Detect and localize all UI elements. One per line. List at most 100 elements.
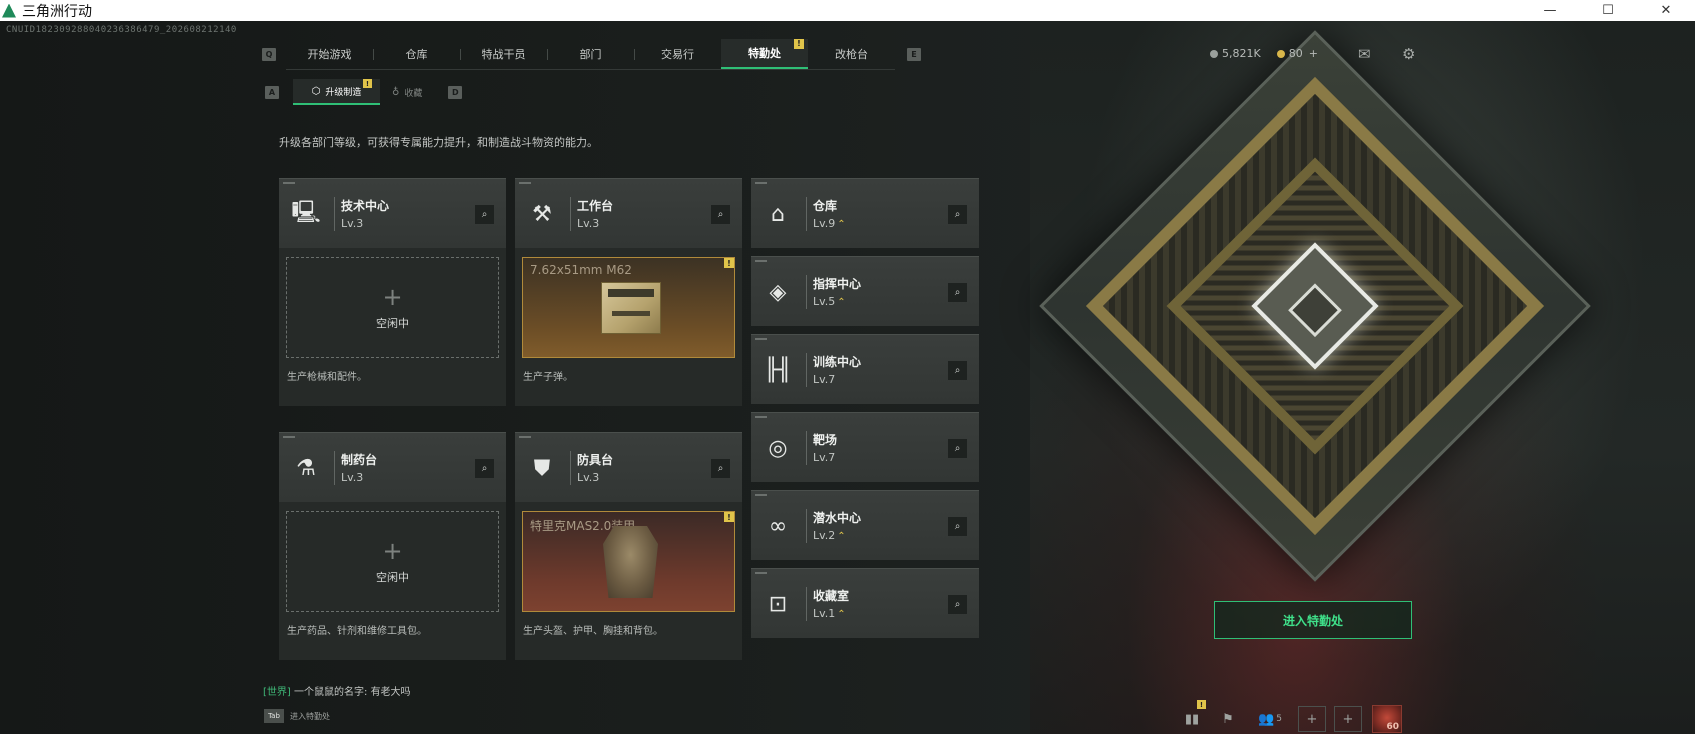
window-titlebar: 三角洲行动 — ☐ ✕: [0, 0, 1695, 21]
tab-gunsmith[interactable]: 改枪台: [808, 39, 895, 69]
flag-icon: ⚑: [1222, 711, 1234, 727]
tab-trading[interactable]: 交易行: [634, 39, 721, 69]
magnifier-icon[interactable]: ⌕: [948, 205, 967, 224]
facility-shooting-range[interactable]: ◎ 靶场 Lv.7 ⌕: [751, 412, 979, 482]
facility-level-row: Lv.5 ⌃: [813, 295, 846, 308]
production-slot-armor[interactable]: 特里克MAS2.0装甲 !: [522, 511, 735, 612]
chat-text: 有老大吗: [370, 687, 411, 698]
warehouse-icon: ⌂: [771, 201, 785, 227]
facility-workbench[interactable]: ⚒ 工作台 Lv.3 ⌕: [515, 178, 742, 248]
tab-operators[interactable]: 特战干员: [460, 39, 547, 69]
close-button[interactable]: ✕: [1637, 0, 1695, 21]
facility-vault[interactable]: ⊡ 收藏室 Lv.1 ⌃ ⌕: [751, 568, 979, 638]
add-slot-button[interactable]: +: [1334, 706, 1362, 732]
subtab-label: 收藏: [404, 88, 423, 99]
cube-frame: [1039, 30, 1591, 582]
nav-next-key[interactable]: E: [907, 47, 921, 61]
subnav-prev-key[interactable]: A: [265, 85, 279, 99]
notification-badge: !: [724, 258, 734, 268]
tab-departments[interactable]: 部门: [547, 39, 634, 69]
card-decoration: [519, 182, 531, 184]
production-panel-workbench: 7.62x51mm M62 ! 生产子弹。: [515, 248, 742, 406]
maximize-button[interactable]: ☐: [1579, 0, 1637, 21]
computer-icon: 🖳: [291, 200, 321, 225]
plus-icon: +: [1306, 711, 1318, 727]
empty-production-slot[interactable]: + 空闲中: [286, 257, 499, 358]
tools-icon: ⚒: [532, 201, 552, 227]
magnifier-icon[interactable]: ⌕: [475, 205, 494, 224]
tab-label: 部门: [579, 47, 602, 61]
tab-special-ops[interactable]: 特勤处!: [721, 38, 808, 69]
card-divider: [806, 587, 807, 621]
subtab-upgrade-manufacture[interactable]: ⬡ 升级制造 !: [293, 79, 380, 105]
magnifier-icon[interactable]: ⌕: [711, 459, 730, 478]
special-ops-cube-3d[interactable]: [1039, 30, 1591, 582]
card-divider: [806, 353, 807, 387]
subtab-collection[interactable]: ♁ 收藏: [380, 79, 434, 105]
cube-outer-ring: [1085, 76, 1545, 536]
chat-message[interactable]: [世界] 一个鼠鼠的名字: 有老大吗: [263, 683, 411, 698]
upgrade-arrow-icon: ⌃: [837, 609, 846, 620]
main-nav: Q 开始游戏 仓库 特战干员 部门 交易行 特勤处! 改枪台 E: [262, 38, 921, 70]
gear-icon[interactable]: ⚙: [1402, 45, 1415, 63]
magnifier-icon[interactable]: ⌕: [948, 361, 967, 380]
card-divider: [806, 197, 807, 231]
ammo-box-image: [601, 282, 661, 334]
facility-diving-center[interactable]: ∞ 潜水中心 Lv.2 ⌃ ⌕: [751, 490, 979, 560]
currency-bar[interactable]: 5,821K 80 +: [1210, 47, 1318, 60]
facility-armor-bench[interactable]: ⛊ 防具台 Lv.3 ⌕: [515, 432, 742, 502]
stats-button[interactable]: ▮▮ !: [1178, 700, 1206, 732]
minimize-button[interactable]: —: [1521, 0, 1579, 21]
mail-icon[interactable]: ✉: [1358, 45, 1371, 63]
tab-label: 特战干员: [481, 47, 526, 61]
upgrade-arrow-icon: ⌃: [837, 531, 846, 542]
flag-button[interactable]: ⚑: [1214, 706, 1242, 732]
facility-warehouse[interactable]: ⌂ 仓库 Lv.9 ⌃ ⌕: [751, 178, 979, 248]
production-slot-ammo[interactable]: 7.62x51mm M62 !: [522, 257, 735, 358]
enter-special-ops-button[interactable]: 进入特勤处: [1214, 601, 1412, 639]
facility-command-center[interactable]: ◈ 指挥中心 Lv.5 ⌃ ⌕: [751, 256, 979, 326]
tab-label: 开始游戏: [307, 47, 352, 61]
game-viewport: CNUID18230928804023638647​9_20260821214​…: [0, 21, 1695, 734]
tab-start-game[interactable]: 开始游戏: [286, 39, 373, 69]
cube-core: [1251, 242, 1379, 370]
tab-hint[interactable]: Tab 进入特勤处: [264, 709, 330, 723]
facility-tech-center[interactable]: 🖳 技术中心 Lv.3 ⌕: [279, 178, 506, 248]
magnifier-icon[interactable]: ⌕: [948, 439, 967, 458]
magnifier-icon[interactable]: ⌕: [948, 517, 967, 536]
card-divider: [806, 509, 807, 543]
chat-sender: 一个鼠鼠的名字:: [294, 687, 368, 698]
player-level: 60: [1386, 722, 1399, 732]
facility-pharmacy[interactable]: ⚗ 制药台 Lv.3 ⌕: [279, 432, 506, 502]
card-decoration: [755, 572, 767, 574]
plus-icon: +: [382, 536, 403, 565]
empty-production-slot[interactable]: + 空闲中: [286, 511, 499, 612]
magnifier-icon[interactable]: ⌕: [711, 205, 730, 224]
collection-icon: ♁: [392, 86, 400, 98]
window-controls: — ☐ ✕: [1521, 0, 1695, 21]
add-currency-button[interactable]: +: [1309, 47, 1318, 60]
tab-warehouse[interactable]: 仓库: [373, 39, 460, 69]
subnav-next-key[interactable]: D: [448, 85, 463, 99]
microscope-icon: ⚗: [296, 455, 316, 481]
idle-status: 空闲中: [376, 316, 409, 330]
nav-prev-key[interactable]: Q: [262, 47, 276, 61]
friends-button[interactable]: 👥 5: [1250, 706, 1290, 732]
card-divider: [806, 431, 807, 465]
notification-badge: !: [724, 512, 734, 522]
user-uid: CNUID18230928804023638647​9_20260821214​…: [6, 25, 237, 35]
bottom-bar: ▮▮ ! ⚑ 👥 5 + + 60: [1170, 700, 1402, 733]
add-slot-button[interactable]: +: [1298, 706, 1326, 732]
avatar[interactable]: 60: [1372, 705, 1402, 733]
facility-caption: 生产枪械和配件。: [287, 372, 367, 383]
facility-level: Lv.1: [813, 607, 836, 620]
main-nav-tabs: 开始游戏 仓库 特战干员 部门 交易行 特勤处! 改枪台: [286, 38, 895, 70]
card-divider: [806, 275, 807, 309]
notification-badge: !: [363, 79, 372, 88]
magnifier-icon[interactable]: ⌕: [948, 595, 967, 614]
idle-status: 空闲中: [376, 570, 409, 584]
magnifier-icon[interactable]: ⌕: [948, 283, 967, 302]
silver-coin-icon: [1210, 49, 1218, 58]
facility-training-center[interactable]: ╟╢ 训练中心 Lv.7 ⌕: [751, 334, 979, 404]
magnifier-icon[interactable]: ⌕: [475, 459, 494, 478]
